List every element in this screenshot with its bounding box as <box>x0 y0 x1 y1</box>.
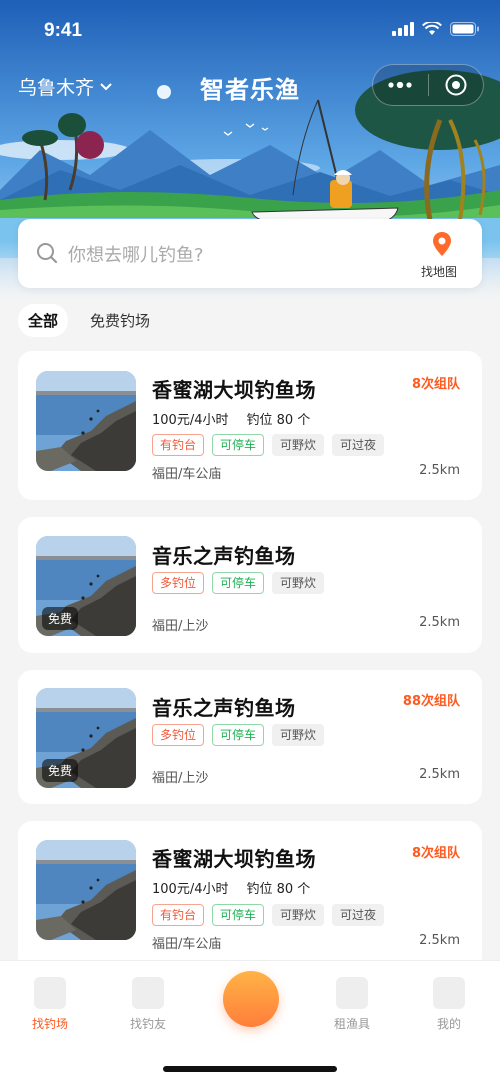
tab-free-spots[interactable]: 免费钓场 <box>80 304 160 337</box>
status-icons <box>392 22 480 36</box>
spot-photo: 免费 <box>36 688 136 788</box>
team-count: 8次组队 <box>411 377 460 392</box>
fishing-spot-card[interactable]: 香蜜湖大坝钓鱼场 8次组队 100元/4小时 钓位 80 个 有钓台 可停车 可… <box>18 821 482 971</box>
close-miniprogram-button[interactable] <box>428 64 483 106</box>
tag-list: 有钓台 可停车 可野炊 可过夜 <box>152 904 385 926</box>
battery-icon <box>450 22 479 36</box>
spot-location: 福田/上沙 <box>152 771 209 786</box>
spot-title: 音乐之声钓鱼场 <box>152 696 296 720</box>
tag: 可野炊 <box>272 904 325 926</box>
tag: 可过夜 <box>332 904 385 926</box>
search-icon <box>37 243 58 264</box>
bottom-tab-bar: 找钓场 找钓友 租渔具 我的 <box>0 960 500 1083</box>
spot-photo <box>36 371 136 471</box>
filter-tabs: 全部 免费钓场 <box>18 304 160 337</box>
tab-label: 租渔具 <box>333 1017 370 1031</box>
spot-count: 钓位 80 个 <box>246 882 311 897</box>
tag: 可野炊 <box>272 724 325 746</box>
spot-location: 福田/车公庙 <box>152 467 222 482</box>
tag: 可野炊 <box>272 572 325 594</box>
spot-title: 香蜜湖大坝钓鱼场 <box>152 847 316 871</box>
tab-find-friends[interactable]: 找钓友 <box>118 977 178 1032</box>
free-badge: 免费 <box>42 607 79 630</box>
more-button[interactable] <box>373 64 428 106</box>
tag: 可停车 <box>212 572 265 594</box>
status-bar: 9:41 <box>0 0 500 62</box>
map-pin-icon <box>433 232 451 256</box>
tag-list: 多钓位 可停车 可野炊 <box>152 572 325 594</box>
tag-list: 多钓位 可停车 可野炊 <box>152 724 325 746</box>
find-map-button[interactable]: 找地图 <box>421 231 462 280</box>
tab-label: 找钓友 <box>129 1017 166 1031</box>
find-map-label: 找地图 <box>420 265 457 279</box>
tab-mine[interactable]: 我的 <box>419 977 479 1032</box>
spot-meta: 100元/4小时 钓位 80 个 <box>152 878 310 897</box>
tag: 可停车 <box>212 434 265 456</box>
tag: 有钓台 <box>152 904 205 926</box>
spot-photo <box>36 840 136 940</box>
fishing-spot-card[interactable]: 免费 音乐之声钓鱼场 88次组队 多钓位 可停车 可野炊 福田/上沙 2.5km <box>18 670 482 804</box>
tag: 多钓位 <box>152 572 205 594</box>
status-time: 9:41 <box>44 20 83 41</box>
tab-rent-gear[interactable]: 租渔具 <box>322 977 382 1032</box>
fishing-spot-card[interactable]: 香蜜湖大坝钓鱼场 8次组队 100元/4小时 钓位 80 个 有钓台 可停车 可… <box>18 351 482 500</box>
search-bar[interactable]: 你想去哪儿钓鱼? 找地图 <box>18 219 482 288</box>
tag: 可停车 <box>212 904 265 926</box>
spot-meta: 100元/4小时 钓位 80 个 <box>152 409 310 428</box>
wifi-icon <box>422 22 442 35</box>
tab-label: 找钓场 <box>31 1017 68 1031</box>
spot-count: 钓位 80 个 <box>246 413 311 428</box>
signal-icon <box>392 22 414 36</box>
free-badge: 免费 <box>42 759 79 782</box>
tag: 有钓台 <box>152 434 205 456</box>
spot-price: 100元/4小时 <box>152 413 229 428</box>
home-indicator <box>163 1066 337 1072</box>
tag: 多钓位 <box>152 724 205 746</box>
fishing-spot-card[interactable]: 免费 音乐之声钓鱼场 多钓位 可停车 可野炊 福田/上沙 2.5km <box>18 517 482 653</box>
tab-all[interactable]: 全部 <box>18 304 69 337</box>
target-icon <box>445 74 467 96</box>
spot-title: 音乐之声钓鱼场 <box>152 544 296 568</box>
tag-list: 有钓台 可停车 可野炊 可过夜 <box>152 434 385 456</box>
tab-find-spot[interactable]: 找钓场 <box>20 977 80 1032</box>
find-friends-icon <box>132 977 164 1009</box>
spot-location: 福田/上沙 <box>152 619 209 634</box>
find-spot-icon <box>34 977 66 1009</box>
nav-bar: 乌鲁木齐 智者乐渔 <box>0 64 500 108</box>
tag: 可过夜 <box>332 434 385 456</box>
spot-distance: 2.5km <box>419 933 460 948</box>
team-count: 88次组队 <box>402 694 460 709</box>
search-input[interactable]: 你想去哪儿钓鱼? <box>68 241 204 267</box>
miniprogram-capsule <box>372 64 484 106</box>
profile-icon <box>433 977 465 1009</box>
team-count: 8次组队 <box>411 846 460 861</box>
spot-distance: 2.5km <box>419 615 460 630</box>
spot-photo: 免费 <box>36 536 136 636</box>
spot-title: 香蜜湖大坝钓鱼场 <box>152 378 316 402</box>
rent-gear-icon <box>336 977 368 1009</box>
tag: 可停车 <box>212 724 265 746</box>
spot-price: 100元/4小时 <box>152 882 229 897</box>
tag: 可野炊 <box>272 434 325 456</box>
spot-distance: 2.5km <box>419 767 460 782</box>
more-dots-icon <box>388 82 412 88</box>
tab-label: 我的 <box>436 1017 461 1031</box>
spot-location: 福田/车公庙 <box>152 937 222 952</box>
center-action-button[interactable] <box>223 971 279 1027</box>
spot-distance: 2.5km <box>419 463 460 478</box>
